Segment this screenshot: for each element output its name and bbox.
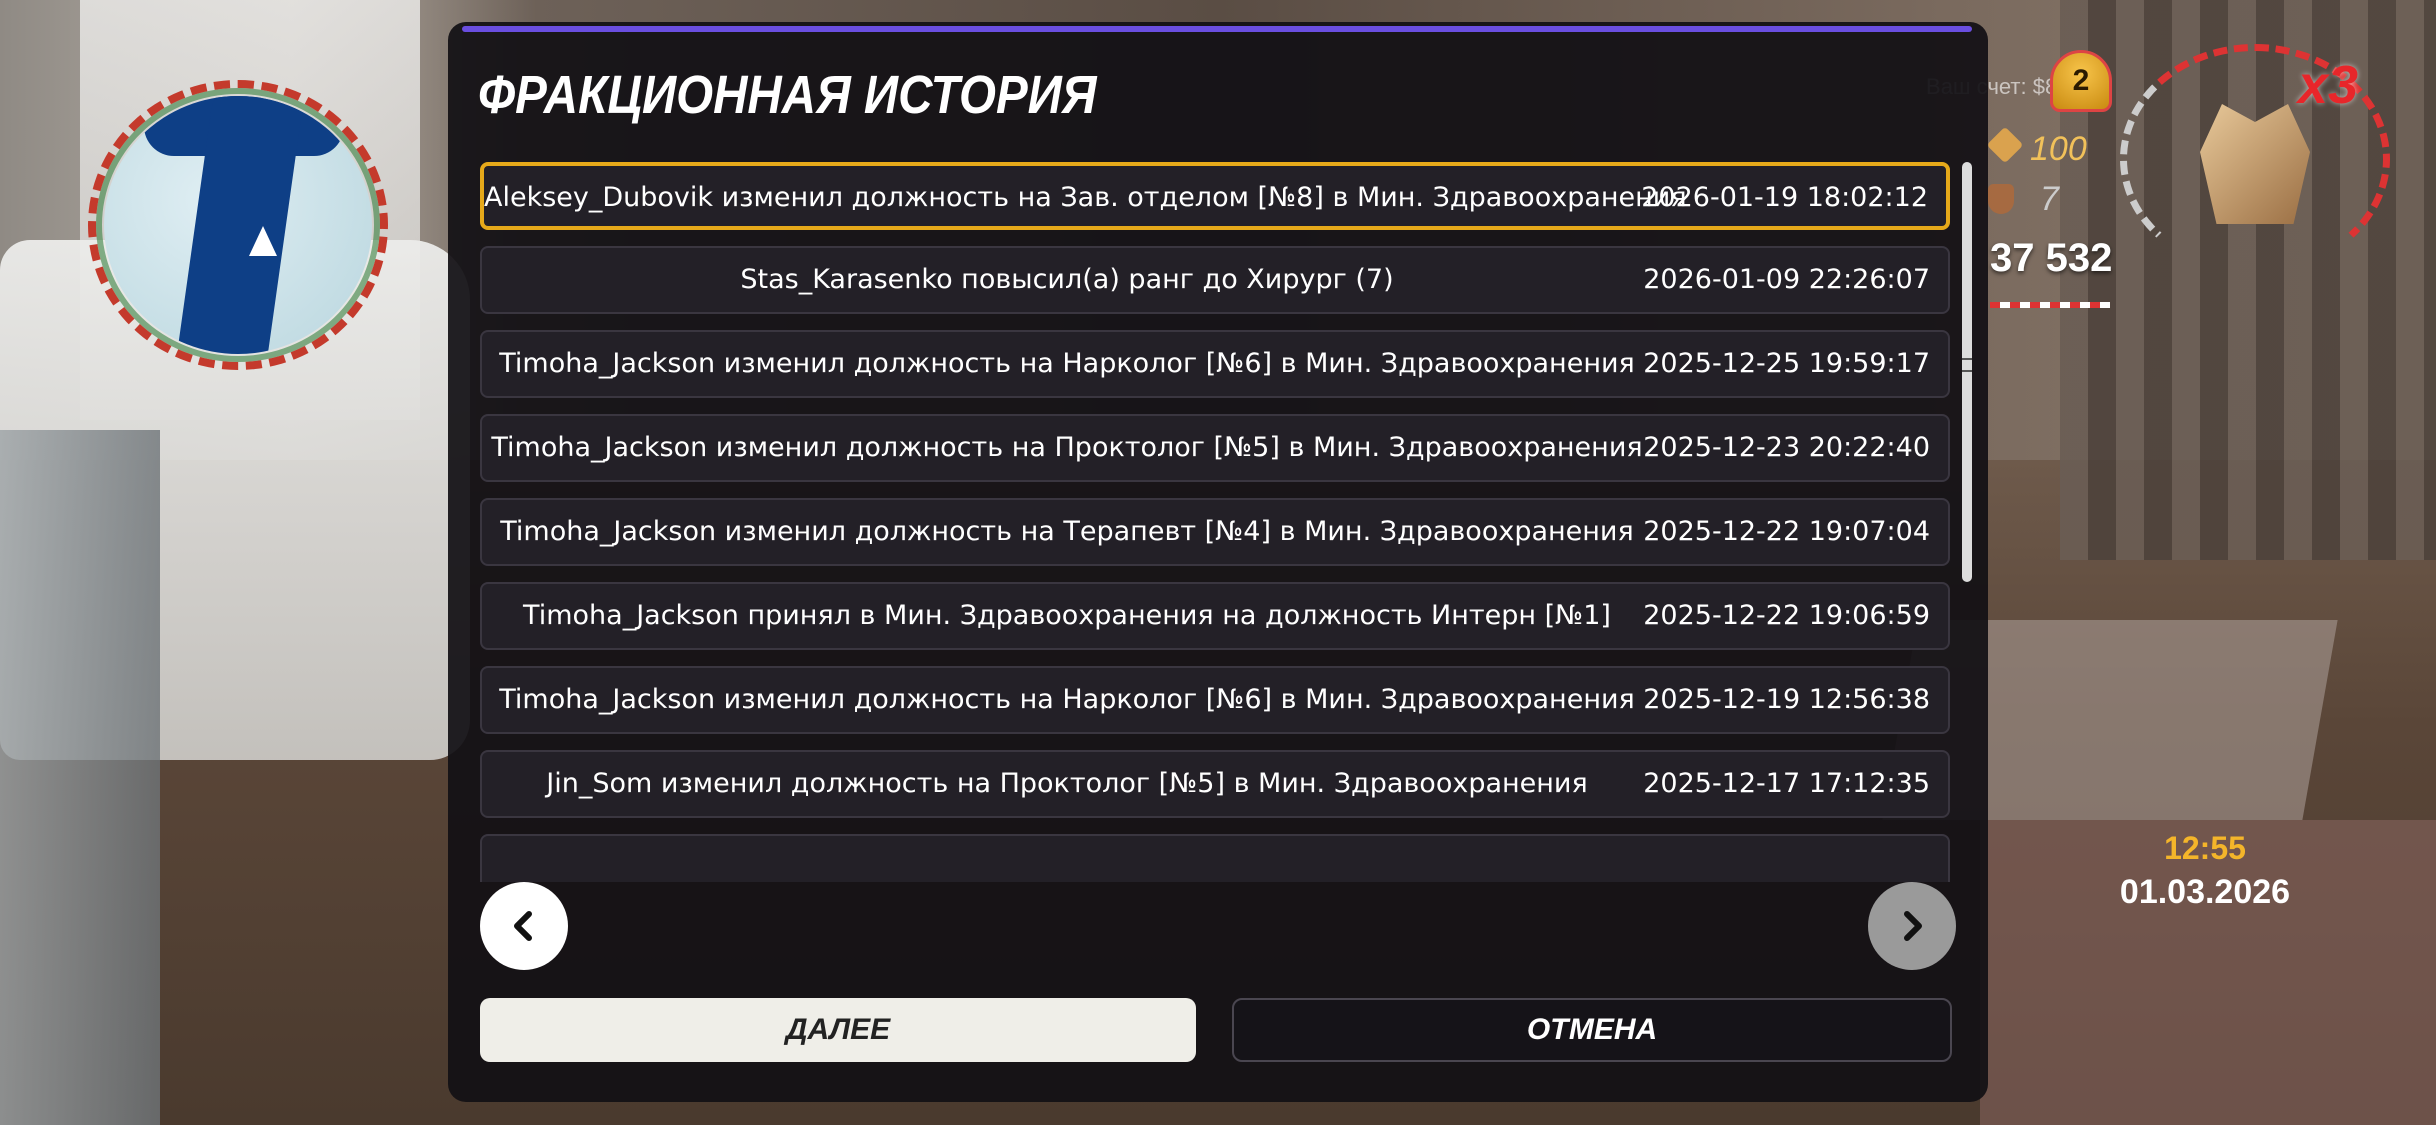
history-row[interactable]: Jin_Som изменил должность на Проктолог [… xyxy=(480,750,1950,818)
clock-time: 12:55 xyxy=(2164,830,2246,866)
scrollbar-grip-icon[interactable] xyxy=(1962,358,1972,372)
dialog-title: ФРАКЦИОННАЯ ИСТОРИЯ xyxy=(478,65,1097,125)
history-row[interactable]: Timoha_Jackson изменил должность на Нарк… xyxy=(480,666,1950,734)
multiplier-badge: x3 xyxy=(2298,55,2359,115)
cancel-button[interactable]: ОТМЕНА xyxy=(1232,998,1952,1062)
history-row[interactable]: Aleksey_Dubovik изменил должность на Зав… xyxy=(480,162,1950,230)
next-button[interactable]: ДАЛЕЕ xyxy=(480,998,1196,1062)
history-list[interactable]: Aleksey_Dubovik изменил должность на Зав… xyxy=(480,162,1950,882)
history-row-time: 2026-01-09 22:26:07 xyxy=(1643,264,1930,295)
armor-text: 7 xyxy=(2040,180,2059,218)
history-row-time: 2025-12-19 12:56:38 xyxy=(1643,684,1930,715)
armor-value: 7 xyxy=(2010,180,2059,219)
history-row[interactable]: Timoha_Jackson изменил должность на Нарк… xyxy=(480,330,1950,398)
health-value: 100 xyxy=(1990,130,2087,169)
history-row-text xyxy=(482,836,1652,882)
next-page-button[interactable] xyxy=(1868,882,1956,970)
history-row[interactable] xyxy=(480,834,1950,882)
clock: 12:55 01.03.2026 xyxy=(2100,830,2310,912)
chevron-right-icon xyxy=(1904,911,1922,941)
history-row-text: Aleksey_Dubovik изменил должность на Зав… xyxy=(484,182,1687,213)
history-row[interactable]: Timoha_Jackson принял в Мин. Здравоохран… xyxy=(480,582,1950,650)
history-row-text: Timoha_Jackson изменил должность на Нарк… xyxy=(499,684,1635,715)
history-row-text: Timoha_Jackson изменил должность на Прок… xyxy=(491,432,1643,463)
history-row-text: Timoha_Jackson изменил должность на Тера… xyxy=(500,516,1634,547)
history-row-text: Stas_Karasenko повысил(а) ранг до Хирург… xyxy=(740,264,1394,295)
dialog-accent-line xyxy=(462,26,1972,32)
history-row-time: 2025-12-22 19:06:59 xyxy=(1643,600,1930,631)
history-row[interactable]: Stas_Karasenko повысил(а) ранг до Хирург… xyxy=(480,246,1950,314)
health-text: 100 xyxy=(2030,130,2087,168)
money-underline xyxy=(1990,302,2110,308)
history-row-time: 2025-12-22 19:07:04 xyxy=(1643,516,1930,547)
bell-count: 2 xyxy=(2072,64,2090,97)
history-row-time: 2025-12-25 19:59:17 xyxy=(1643,348,1930,379)
chevron-left-icon xyxy=(514,911,532,941)
bell-icon[interactable]: 2 xyxy=(2050,50,2112,112)
minimap-ring xyxy=(88,80,388,370)
list-scrollbar[interactable] xyxy=(1962,162,1972,582)
history-row[interactable]: Timoha_Jackson изменил должность на Тера… xyxy=(480,498,1950,566)
crest-icon xyxy=(2200,104,2310,224)
minimap xyxy=(88,80,388,370)
history-row-time: 2025-12-17 17:12:35 xyxy=(1643,768,1930,799)
history-row-text: Jin_Som изменил должность на Проктолог [… xyxy=(546,768,1588,799)
history-row-text: Timoha_Jackson изменил должность на Нарк… xyxy=(499,348,1635,379)
history-row-time: 2025-12-23 20:22:40 xyxy=(1643,432,1930,463)
history-row-text: Timoha_Jackson принял в Мин. Здравоохран… xyxy=(523,600,1611,631)
previous-page-button[interactable] xyxy=(480,882,568,970)
background-pillar xyxy=(0,430,160,1125)
money-value: 37 532 xyxy=(1990,236,2113,280)
history-row-time: 2026-01-19 18:02:12 xyxy=(1641,182,1928,213)
history-row[interactable]: Timoha_Jackson изменил должность на Прок… xyxy=(480,414,1950,482)
faction-history-dialog: ФРАКЦИОННАЯ ИСТОРИЯ Aleksey_Dubovik изме… xyxy=(448,22,1988,1102)
clock-date: 01.03.2026 xyxy=(2119,873,2291,911)
event-emblem[interactable]: x3 xyxy=(2120,44,2390,274)
